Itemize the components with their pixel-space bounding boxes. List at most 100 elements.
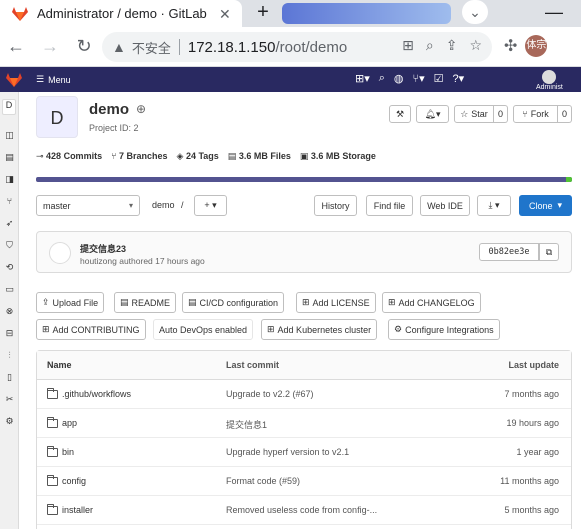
commit-title[interactable]: 提交信息23: [80, 242, 126, 255]
todos-icon[interactable]: ☑: [434, 72, 444, 85]
new-plus-icon[interactable]: ⊞▾: [355, 72, 370, 85]
file-name[interactable]: app: [47, 416, 77, 428]
sidebar-security-icon[interactable]: ⛉: [4, 240, 15, 251]
add-license-button[interactable]: ⊞ Add LICENSE: [296, 292, 376, 313]
sidebar-packages-icon[interactable]: ⊟: [4, 328, 15, 339]
file-last-commit[interactable]: Removed useless code from config-...: [226, 505, 377, 515]
browser-tab-active[interactable]: Administrator / demo · GitLab ✕: [0, 0, 242, 27]
new-tab-button[interactable]: +: [251, 2, 275, 24]
add-to-tree-button[interactable]: + ▾: [194, 195, 227, 216]
star-count[interactable]: 0: [494, 105, 508, 123]
sidebar-project-info-icon[interactable]: ◫: [4, 130, 15, 141]
url-text: 172.18.1.150/root/demo: [187, 38, 348, 56]
sidebar-cicd-icon[interactable]: ➶: [4, 218, 15, 229]
extensions-puzzle-icon[interactable]: ✣: [504, 36, 517, 56]
sidebar-settings-icon[interactable]: ⚙: [4, 416, 15, 427]
translate-icon[interactable]: ⊞: [402, 37, 414, 54]
file-last-commit[interactable]: Upgrade to v2.2 (#67): [226, 389, 314, 399]
sidebar-snippets-icon[interactable]: ✂: [4, 394, 15, 405]
folder-icon: [47, 474, 58, 486]
sidebar-deployments-icon[interactable]: ⟲: [4, 262, 15, 273]
upload-icon: ⇪: [42, 297, 50, 307]
address-bar[interactable]: ▲ 不安全 172.18.1.150/root/demo ⊞ ⌕ ⇪ ☆: [102, 32, 492, 62]
table-row[interactable]: app 提交信息1 19 hours ago: [37, 409, 571, 438]
sidebar-monitor-icon[interactable]: ▭: [4, 284, 15, 295]
file-last-commit[interactable]: Upgrade hyperf version to v2.1: [226, 447, 349, 457]
sidebar-wiki-icon[interactable]: ▯: [4, 372, 15, 383]
browser-tabstrip: Administrator / demo · GitLab ✕ + ⌄ —: [0, 0, 581, 27]
user-menu[interactable]: Administ: [536, 70, 563, 91]
fork-count[interactable]: 0: [558, 105, 572, 123]
file-name[interactable]: .github/workflows: [47, 387, 131, 399]
breadcrumb-project[interactable]: demo: [152, 200, 175, 210]
sidebar-analytics-icon[interactable]: ⫶: [4, 350, 15, 361]
bookmark-star-icon[interactable]: ☆: [469, 37, 482, 54]
readme-button[interactable]: ▤ README: [114, 292, 177, 313]
omnibox-actions: ⊞ ⌕ ⇪ ☆: [402, 37, 482, 54]
merge-requests-icon[interactable]: ⑂▾: [413, 72, 425, 85]
download-button[interactable]: ⤓ ▾: [477, 195, 511, 216]
zoom-icon[interactable]: ⌕: [426, 37, 434, 54]
table-row[interactable]: .github/workflows Upgrade to v2.2 (#67) …: [37, 380, 571, 409]
auto-devops-status[interactable]: Auto DevOps enabled: [153, 319, 254, 340]
background-tab[interactable]: [282, 3, 451, 24]
sidebar-infrastructure-icon[interactable]: ⊗: [4, 306, 15, 317]
settings-wrench-button[interactable]: ⚒: [389, 105, 411, 123]
web-ide-button[interactable]: Web IDE: [420, 195, 470, 216]
window-minimize-icon[interactable]: —: [545, 2, 563, 23]
forward-arrow-icon[interactable]: →: [36, 36, 64, 57]
branch-selector[interactable]: master ▾: [36, 195, 140, 216]
tab-search-chevron-icon[interactable]: ⌄: [462, 0, 488, 24]
repository-language-bar: [36, 177, 572, 182]
file-name[interactable]: bin: [47, 445, 74, 457]
fork-button[interactable]: ⑂ Fork: [513, 105, 558, 123]
header-name: Name: [47, 360, 72, 370]
files-stat[interactable]: ▤ 3.6 MB Files: [228, 151, 291, 162]
sidebar-merge-requests-icon[interactable]: ⑂: [4, 196, 15, 207]
commits-stat[interactable]: ⊸ 428 Commits: [36, 151, 102, 162]
fork-icon: ⑂: [522, 109, 528, 119]
tab-close-icon[interactable]: ✕: [219, 6, 231, 23]
file-last-commit[interactable]: 提交信息1: [226, 418, 267, 431]
notification-bell-button[interactable]: 🔔︎▾: [416, 105, 449, 123]
back-arrow-icon[interactable]: ←: [2, 36, 30, 57]
clone-label: Clone: [528, 200, 553, 211]
help-icon[interactable]: ?▾: [453, 72, 465, 85]
add-kubernetes-button[interactable]: ⊞ Add Kubernetes cluster: [261, 319, 378, 340]
add-contributing-button[interactable]: ⊞ Add CONTRIBUTING: [36, 319, 146, 340]
sidebar-repository-icon[interactable]: ▤: [4, 152, 15, 163]
tags-stat[interactable]: ◈ 24 Tags: [177, 151, 219, 162]
history-button[interactable]: History: [314, 195, 357, 216]
share-icon[interactable]: ⇪: [446, 37, 458, 54]
issues-icon[interactable]: ◍: [394, 72, 404, 85]
find-file-button[interactable]: Find file: [366, 195, 413, 216]
gitlab-home-logo-icon[interactable]: [6, 72, 22, 87]
upload-file-button[interactable]: ⇪ Upload File: [36, 292, 105, 313]
star-button[interactable]: ☆ Star: [454, 105, 494, 123]
storage-stat[interactable]: ▣ 3.6 MB Storage: [300, 151, 376, 162]
profile-avatar[interactable]: 体宗: [525, 35, 548, 57]
reload-icon[interactable]: ↻: [70, 36, 98, 57]
sidebar-project-avatar[interactable]: D: [2, 99, 16, 115]
table-row[interactable]: bin Upgrade hyperf version to v2.1 1 yea…: [37, 438, 571, 467]
table-row[interactable]: config Format code (#59) 11 months ago: [37, 467, 571, 496]
menu-button[interactable]: ☰ Menu: [36, 74, 71, 85]
project-overview: D demo ⊕ Project ID: 2 ⚒ 🔔︎▾ ☆ Star 0 ⑂ …: [19, 92, 581, 529]
project-sidebar: D ◫ ▤ ◨ ⑂ ➶ ⛉ ⟲ ▭ ⊗ ⊟ ⫶ ▯ ✂ ⚙: [0, 92, 19, 529]
branches-stat[interactable]: ⑂ 7 Branches: [111, 151, 167, 162]
file-name[interactable]: installer: [47, 503, 93, 515]
plus-icon: ⊞: [42, 324, 50, 334]
search-icon[interactable]: ⌕: [379, 72, 385, 85]
cicd-config-button[interactable]: ▤ CI/CD configuration: [182, 292, 285, 313]
table-row[interactable]: installer Removed useless code from conf…: [37, 496, 571, 525]
copy-sha-icon[interactable]: ⧉: [539, 243, 559, 261]
file-name[interactable]: config: [47, 474, 86, 486]
file-last-commit[interactable]: Format code (#59): [226, 476, 300, 486]
add-changelog-button[interactable]: ⊞ Add CHANGELOG: [382, 292, 481, 313]
file-last-update: 19 hours ago: [506, 418, 559, 428]
commit-author-avatar[interactable]: [49, 242, 71, 264]
commit-sha[interactable]: 0b82ee3e: [479, 243, 539, 261]
clone-button[interactable]: Clone ▾: [519, 195, 572, 216]
configure-integrations-button[interactable]: ⚙ Configure Integrations: [388, 319, 500, 340]
sidebar-issues-icon[interactable]: ◨: [4, 174, 15, 185]
